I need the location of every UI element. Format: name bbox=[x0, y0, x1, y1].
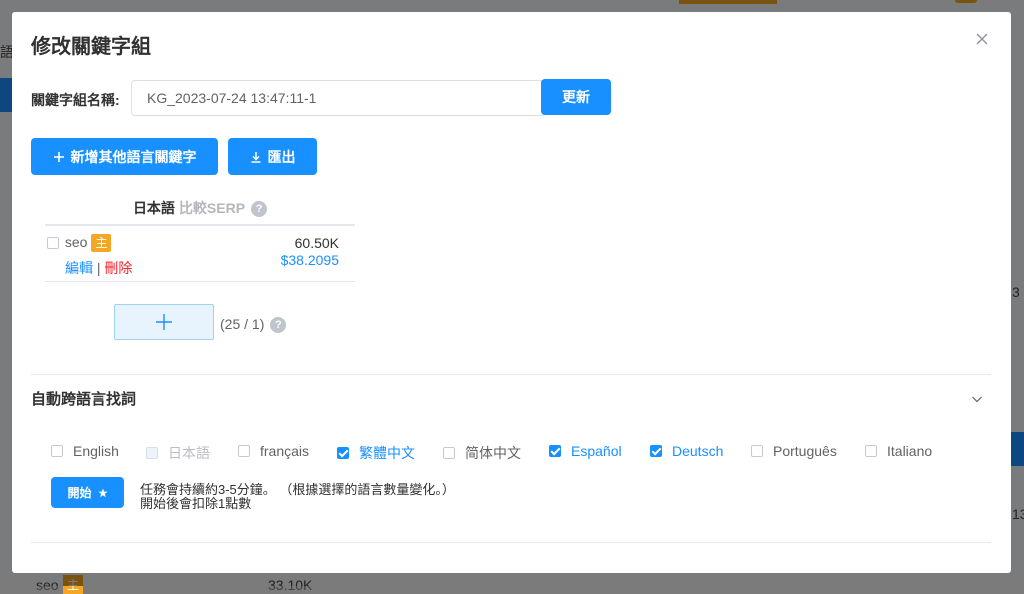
language-label: English bbox=[73, 443, 119, 459]
section-divider bbox=[31, 374, 991, 375]
auto-find-section-title[interactable]: 自動跨語言找詞 bbox=[31, 388, 136, 409]
main-keyword-badge: 主 bbox=[91, 234, 112, 252]
language-checkbox[interactable] bbox=[751, 445, 763, 457]
add-other-language-button[interactable]: 新增其他語言關鍵字 bbox=[31, 138, 218, 175]
link-separator: | bbox=[96, 260, 101, 276]
language-option-japanese: 日本語 bbox=[146, 443, 210, 463]
group-name-label: 關鍵字組名稱: bbox=[31, 92, 120, 108]
language-option-simplified-chinese[interactable]: 简体中文 bbox=[443, 443, 521, 463]
language-checkbox[interactable] bbox=[443, 447, 455, 459]
start-button-label: 開始 bbox=[67, 486, 92, 500]
language-checkbox[interactable] bbox=[650, 445, 662, 457]
language-checkbox bbox=[146, 447, 158, 459]
modal-title: 修改關鍵字組 bbox=[31, 36, 151, 58]
edit-keyword-group-modal: 修改關鍵字組 關鍵字組名稱: 更新 新增其他語言關鍵字 匯出 日本語比較SERP… bbox=[12, 12, 1011, 573]
cpc-value: $38.2095 bbox=[280, 252, 339, 268]
update-button-label: 更新 bbox=[562, 89, 590, 105]
plus-icon bbox=[53, 151, 65, 163]
language-label: 繁體中文 bbox=[359, 445, 415, 461]
language-label: Português bbox=[773, 443, 837, 459]
language-option-portuguese[interactable]: Português bbox=[751, 443, 837, 459]
star-icon bbox=[98, 488, 108, 498]
language-label: Deutsch bbox=[672, 443, 724, 459]
add-keyword-button[interactable] bbox=[114, 304, 214, 340]
language-label: Italiano bbox=[887, 443, 933, 459]
download-icon bbox=[250, 151, 262, 163]
add-other-language-label: 新增其他語言關鍵字 bbox=[70, 148, 197, 165]
language-option-french[interactable]: français bbox=[238, 443, 309, 459]
language-label: 日本語 bbox=[168, 445, 210, 461]
bottom-divider bbox=[31, 542, 991, 543]
language-option-english[interactable]: English bbox=[51, 443, 119, 459]
compare-serp-link[interactable]: 比較SERP bbox=[179, 200, 245, 216]
language-option-italian[interactable]: Italiano bbox=[865, 443, 932, 459]
plus-icon bbox=[156, 314, 172, 330]
language-label: Español bbox=[571, 443, 622, 459]
language-label: français bbox=[260, 443, 310, 459]
keyword-checkbox[interactable] bbox=[47, 237, 59, 250]
language-checkbox[interactable] bbox=[549, 445, 561, 457]
help-icon[interactable]: ? bbox=[251, 201, 268, 218]
language-option-german[interactable]: Deutsch bbox=[650, 443, 723, 459]
export-label: 匯出 bbox=[267, 148, 296, 165]
keyword-row: seo 主 編輯 | 刪除 60.50K $38.2095 bbox=[45, 226, 355, 282]
delete-keyword-link[interactable]: 刪除 bbox=[104, 260, 132, 276]
language-checkbox[interactable] bbox=[51, 445, 63, 457]
language-option-traditional-chinese[interactable]: 繁體中文 bbox=[337, 443, 415, 463]
keyword-counter: (25 / 1)? bbox=[220, 316, 287, 334]
keyword-counter-text: (25 / 1) bbox=[220, 316, 265, 332]
keyword-table-header: 日本語 比較SERP? bbox=[45, 198, 355, 226]
update-button[interactable]: 更新 bbox=[541, 79, 611, 115]
export-button[interactable]: 匯出 bbox=[228, 138, 317, 175]
help-icon[interactable]: ? bbox=[270, 317, 287, 334]
language-label: 简体中文 bbox=[465, 445, 521, 461]
language-option-spanish[interactable]: Español bbox=[549, 443, 622, 459]
start-button[interactable]: 開始 bbox=[51, 477, 124, 508]
language-heading: 日本語 bbox=[132, 200, 175, 216]
close-icon[interactable] bbox=[974, 31, 990, 47]
chevron-down-icon[interactable] bbox=[971, 392, 983, 404]
group-name-input[interactable] bbox=[131, 80, 546, 116]
language-checkbox[interactable] bbox=[865, 445, 877, 457]
language-checkbox[interactable] bbox=[238, 445, 250, 457]
search-volume: 60.50K bbox=[294, 235, 339, 251]
points-deduction-note: 開始後會扣除1點數 bbox=[140, 496, 252, 511]
language-checkbox[interactable] bbox=[337, 447, 349, 459]
edit-keyword-link[interactable]: 編輯 bbox=[65, 260, 93, 276]
keyword-text: seo bbox=[64, 234, 88, 250]
